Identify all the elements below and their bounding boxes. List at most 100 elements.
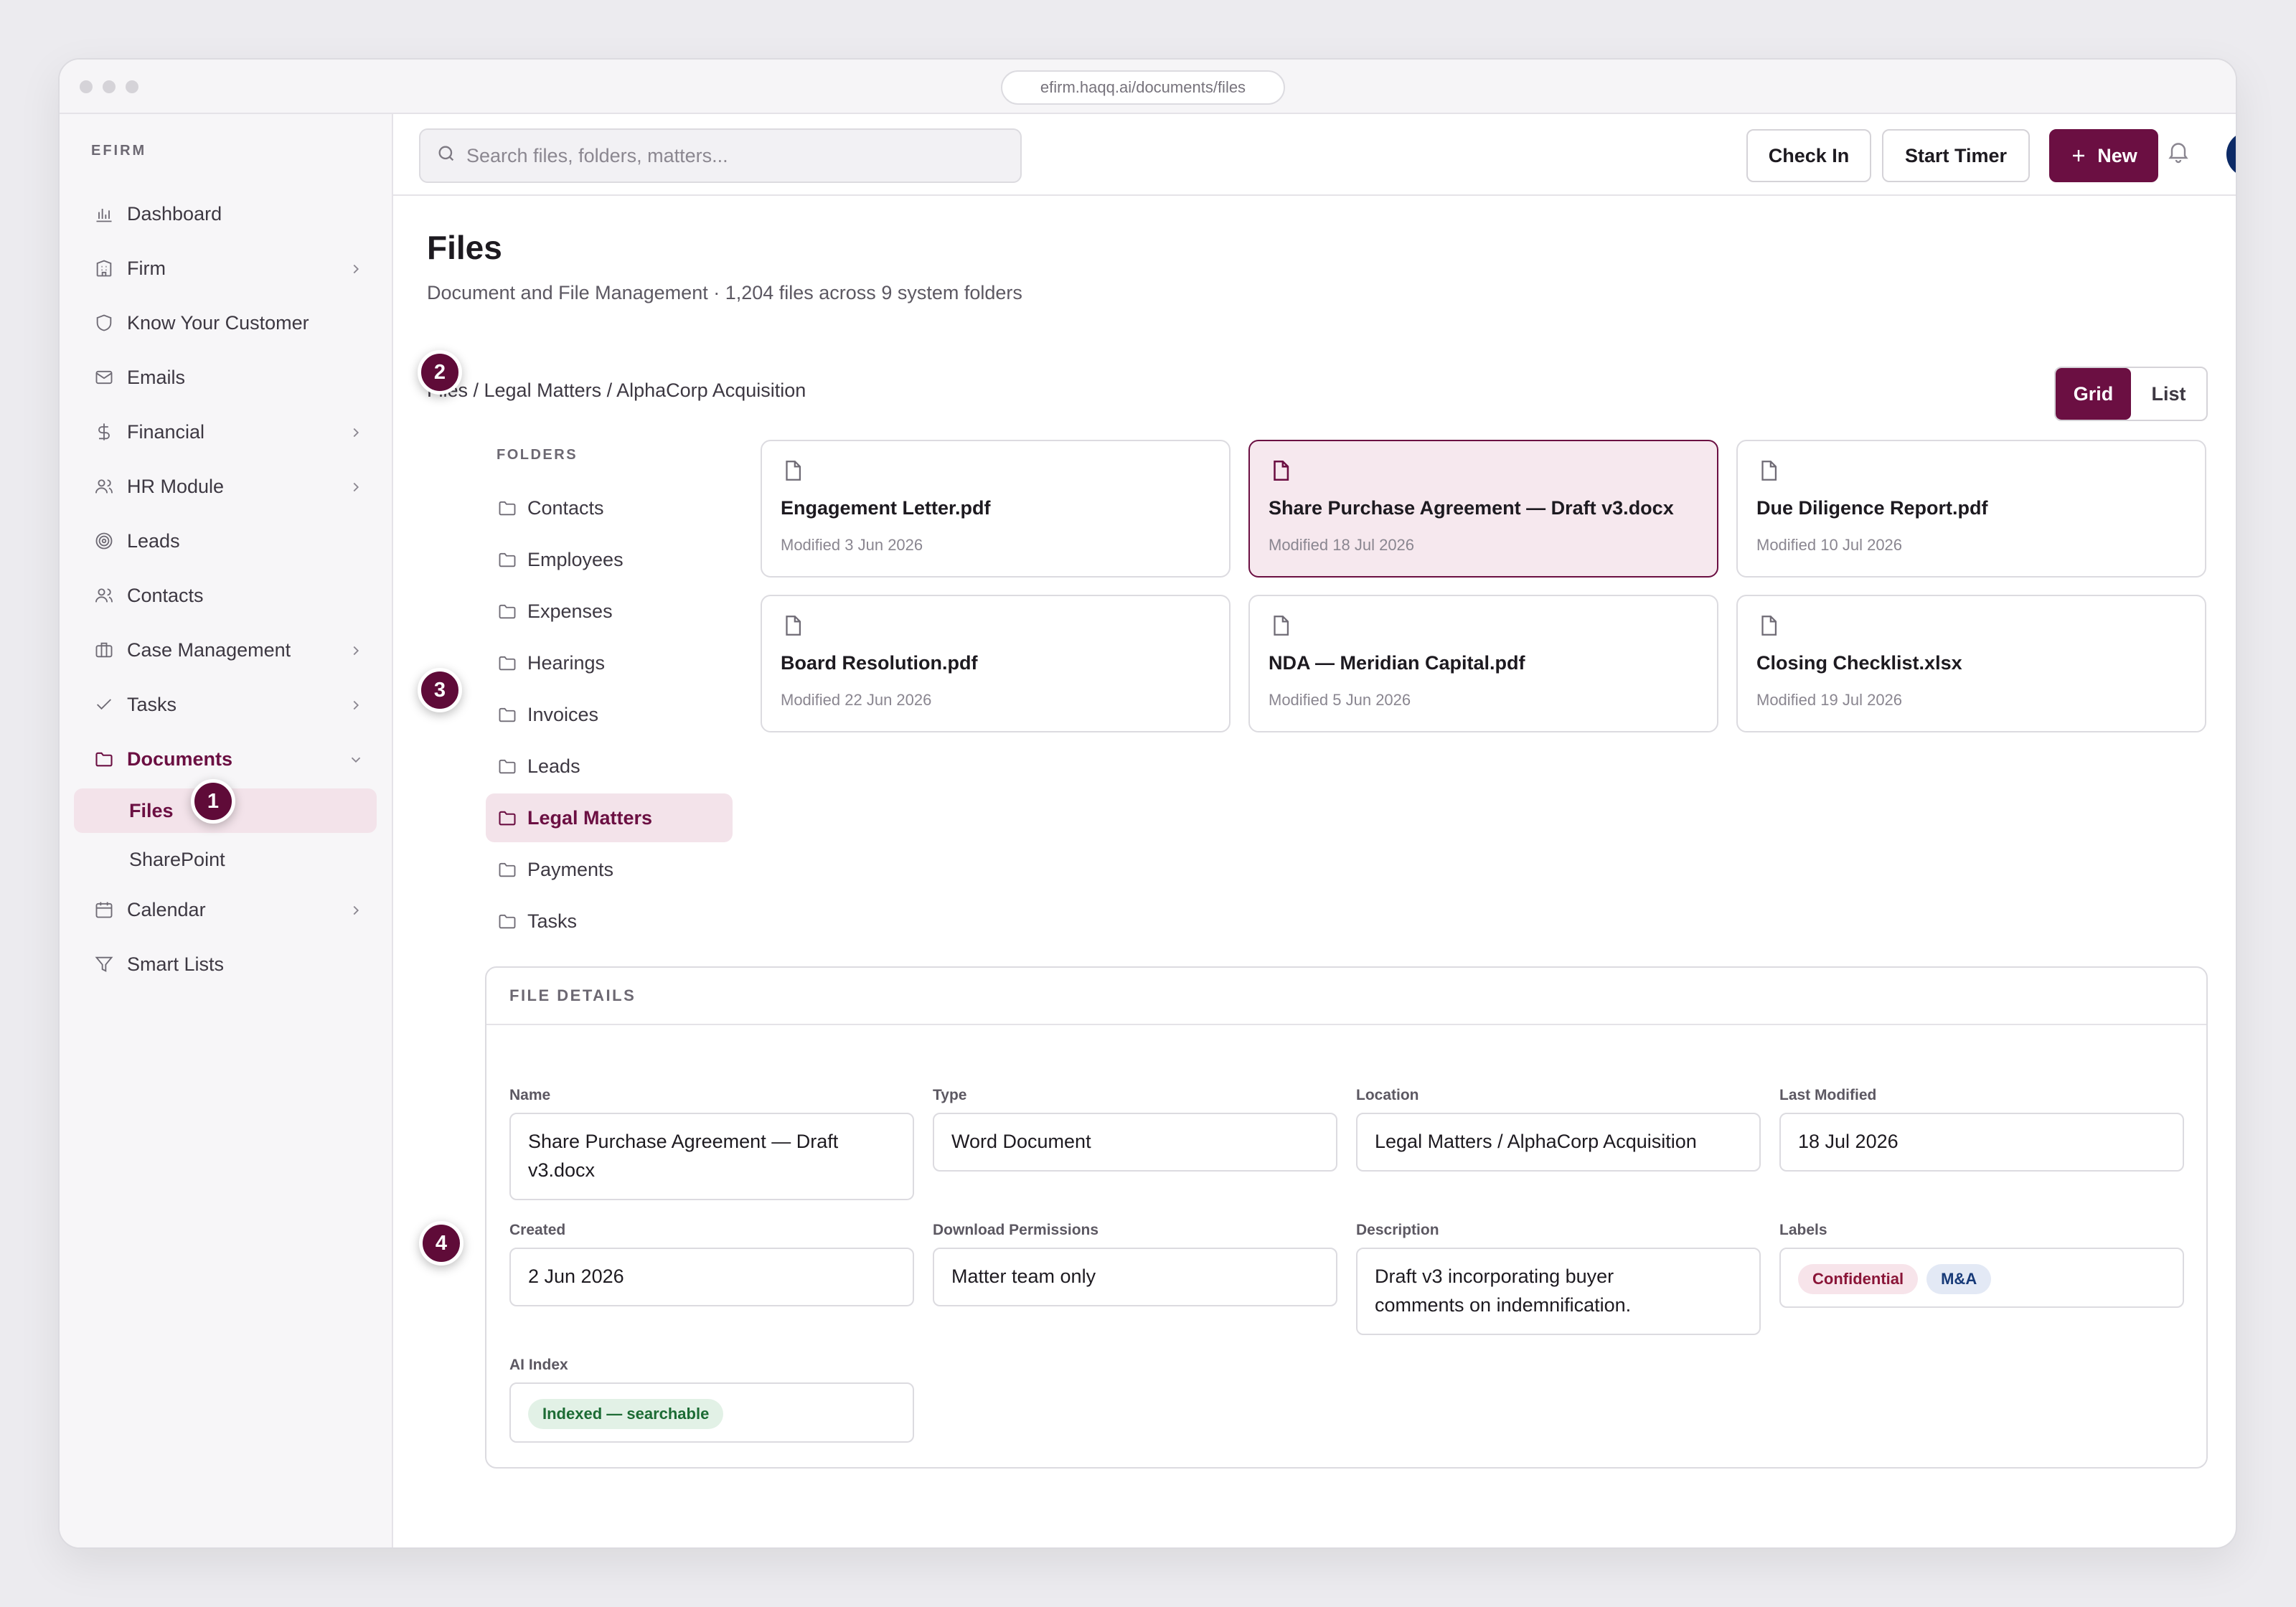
window-controls[interactable]: [80, 80, 138, 93]
sidebar-item-label: Dashboard: [127, 202, 222, 225]
file-card[interactable]: Engagement Letter.pdf Modified 3 Jun 202…: [761, 440, 1231, 578]
sidebar-item-hr-module[interactable]: HR Module: [74, 464, 377, 509]
description-label: Description: [1356, 1222, 1439, 1238]
briefcase-icon: [90, 636, 118, 664]
folder-icon: [497, 498, 517, 518]
sidebar-item-label: Emails: [127, 366, 186, 388]
file-card[interactable]: NDA — Meridian Capital.pdf Modified 5 Ju…: [1248, 595, 1718, 732]
page-subtitle: Document and File Management · 1,204 fil…: [427, 282, 1022, 303]
building-icon: [90, 254, 118, 283]
sidebar-item-tasks[interactable]: Tasks: [74, 682, 377, 727]
folder-tasks[interactable]: Tasks: [486, 897, 733, 946]
last-modified-label: Last Modified: [1779, 1087, 1877, 1103]
file-icon: [1269, 458, 1293, 486]
folder-icon: [497, 653, 517, 673]
search-placeholder: Search files, folders, matters...: [466, 144, 728, 166]
created-field[interactable]: 2 Jun 2026: [509, 1248, 914, 1306]
file-icon: [1756, 458, 1781, 486]
file-card[interactable]: Board Resolution.pdf Modified 22 Jun 202…: [761, 595, 1231, 732]
annotation-marker-1: 1: [191, 779, 235, 824]
filter-icon: [90, 950, 118, 979]
folder-icon: [497, 756, 517, 776]
breadcrumb[interactable]: Files / Legal Matters / AlphaCorp Acquis…: [427, 380, 806, 402]
folder-label: Hearings: [527, 651, 606, 674]
download-permissions-field[interactable]: Matter team only: [933, 1248, 1337, 1306]
check-in-button[interactable]: Check In: [1746, 129, 1871, 182]
sidebar-item-dashboard[interactable]: Dashboard: [74, 192, 377, 236]
folder-legal-matters[interactable]: Legal Matters: [486, 793, 733, 842]
location-field[interactable]: Legal Matters / AlphaCorp Acquisition: [1356, 1113, 1761, 1172]
bell-icon[interactable]: [2165, 138, 2191, 168]
folder-icon: [497, 704, 517, 725]
ai-index-label: AI Index: [509, 1357, 568, 1373]
folder-label: Leads: [527, 755, 580, 777]
folder-leads[interactable]: Leads: [486, 742, 733, 791]
sidebar-item-smart-lists[interactable]: Smart Lists: [74, 942, 377, 986]
view-toggle: Grid List: [2054, 367, 2208, 421]
annotation-marker-4: 4: [419, 1221, 464, 1266]
close-dot[interactable]: [80, 80, 93, 93]
sidebar-item-calendar[interactable]: Calendar: [74, 887, 377, 932]
file-card-selected[interactable]: Share Purchase Agreement — Draft v3.docx…: [1248, 440, 1718, 578]
sidebar-item-kyc[interactable]: Know Your Customer: [74, 301, 377, 345]
folder-payments[interactable]: Payments: [486, 845, 733, 894]
sidebar-item-firm[interactable]: Firm: [74, 246, 377, 291]
users-icon: [90, 472, 118, 501]
sidebar-item-label: Tasks: [127, 693, 177, 715]
description-line2: comments on indemnification.: [1375, 1294, 1632, 1316]
target-icon: [90, 527, 118, 555]
view-grid-button[interactable]: Grid: [2056, 368, 2131, 420]
folder-label: Legal Matters: [527, 806, 653, 829]
file-details-title: FILE DETAILS: [509, 986, 636, 1004]
sidebar-item-contacts[interactable]: Contacts: [74, 573, 377, 618]
folder-expenses[interactable]: Expenses: [486, 587, 733, 636]
folder-hearings[interactable]: Hearings: [486, 638, 733, 687]
name-field[interactable]: Share Purchase Agreement — Draft v3.docx: [509, 1113, 914, 1200]
new-button[interactable]: New: [2049, 129, 2158, 182]
file-icon: [781, 613, 805, 641]
labels-label: Labels: [1779, 1222, 1827, 1238]
chevron-right-icon: [348, 423, 364, 446]
check-icon: [90, 690, 118, 719]
search-input[interactable]: Search files, folders, matters...: [419, 128, 1022, 183]
label-tag-ma[interactable]: M&A: [1926, 1264, 1992, 1294]
plus-icon: [2070, 147, 2087, 164]
brand-label: EFIRM: [91, 143, 147, 159]
annotation-marker-3: 3: [418, 668, 462, 712]
url-bar[interactable]: efirm.haqq.ai/documents/files: [1001, 70, 1285, 105]
description-line1: Draft v3 incorporating buyer: [1375, 1266, 1614, 1287]
label-tag-confidential[interactable]: Confidential: [1798, 1264, 1919, 1294]
chevron-right-icon: [348, 478, 364, 500]
view-list-button[interactable]: List: [2131, 368, 2206, 420]
start-timer-button[interactable]: Start Timer: [1882, 129, 2030, 182]
sidebar-item-financial[interactable]: Financial: [74, 410, 377, 454]
folder-employees[interactable]: Employees: [486, 535, 733, 584]
type-field[interactable]: Word Document: [933, 1113, 1337, 1172]
file-card[interactable]: Due Diligence Report.pdf Modified 10 Jul…: [1736, 440, 2206, 578]
description-field[interactable]: Draft v3 incorporating buyer comments on…: [1356, 1248, 1761, 1335]
sidebar-item-emails[interactable]: Emails: [74, 355, 377, 400]
file-card[interactable]: Closing Checklist.xlsx Modified 19 Jul 2…: [1736, 595, 2206, 732]
folder-icon: [497, 859, 517, 880]
users-icon: [90, 581, 118, 610]
minimize-dot[interactable]: [103, 80, 116, 93]
folder-contacts[interactable]: Contacts: [486, 484, 733, 532]
maximize-dot[interactable]: [126, 80, 138, 93]
sidebar-item-leads[interactable]: Leads: [74, 519, 377, 563]
top-bar: Search files, folders, matters... Check …: [393, 114, 2236, 196]
last-modified-field[interactable]: 18 Jul 2026: [1779, 1113, 2184, 1172]
folder-label: Tasks: [527, 910, 578, 932]
sidebar-item-documents[interactable]: Documents: [74, 737, 377, 781]
title-bar: efirm.haqq.ai/documents/files: [60, 60, 2236, 114]
sidebar-item-label: Know Your Customer: [127, 311, 309, 334]
page-title: Files: [427, 229, 502, 266]
file-icon: [781, 458, 805, 486]
labels-field[interactable]: Confidential M&A: [1779, 1248, 2184, 1308]
folder-invoices[interactable]: Invoices: [486, 690, 733, 739]
folder-icon: [497, 911, 517, 931]
avatar[interactable]: SM: [2226, 131, 2236, 177]
sidebar-subitem-sharepoint[interactable]: SharePoint: [74, 837, 377, 882]
sidebar-item-case-management[interactable]: Case Management: [74, 628, 377, 672]
sidebar-item-label: Case Management: [127, 638, 291, 661]
chevron-right-icon: [348, 696, 364, 718]
